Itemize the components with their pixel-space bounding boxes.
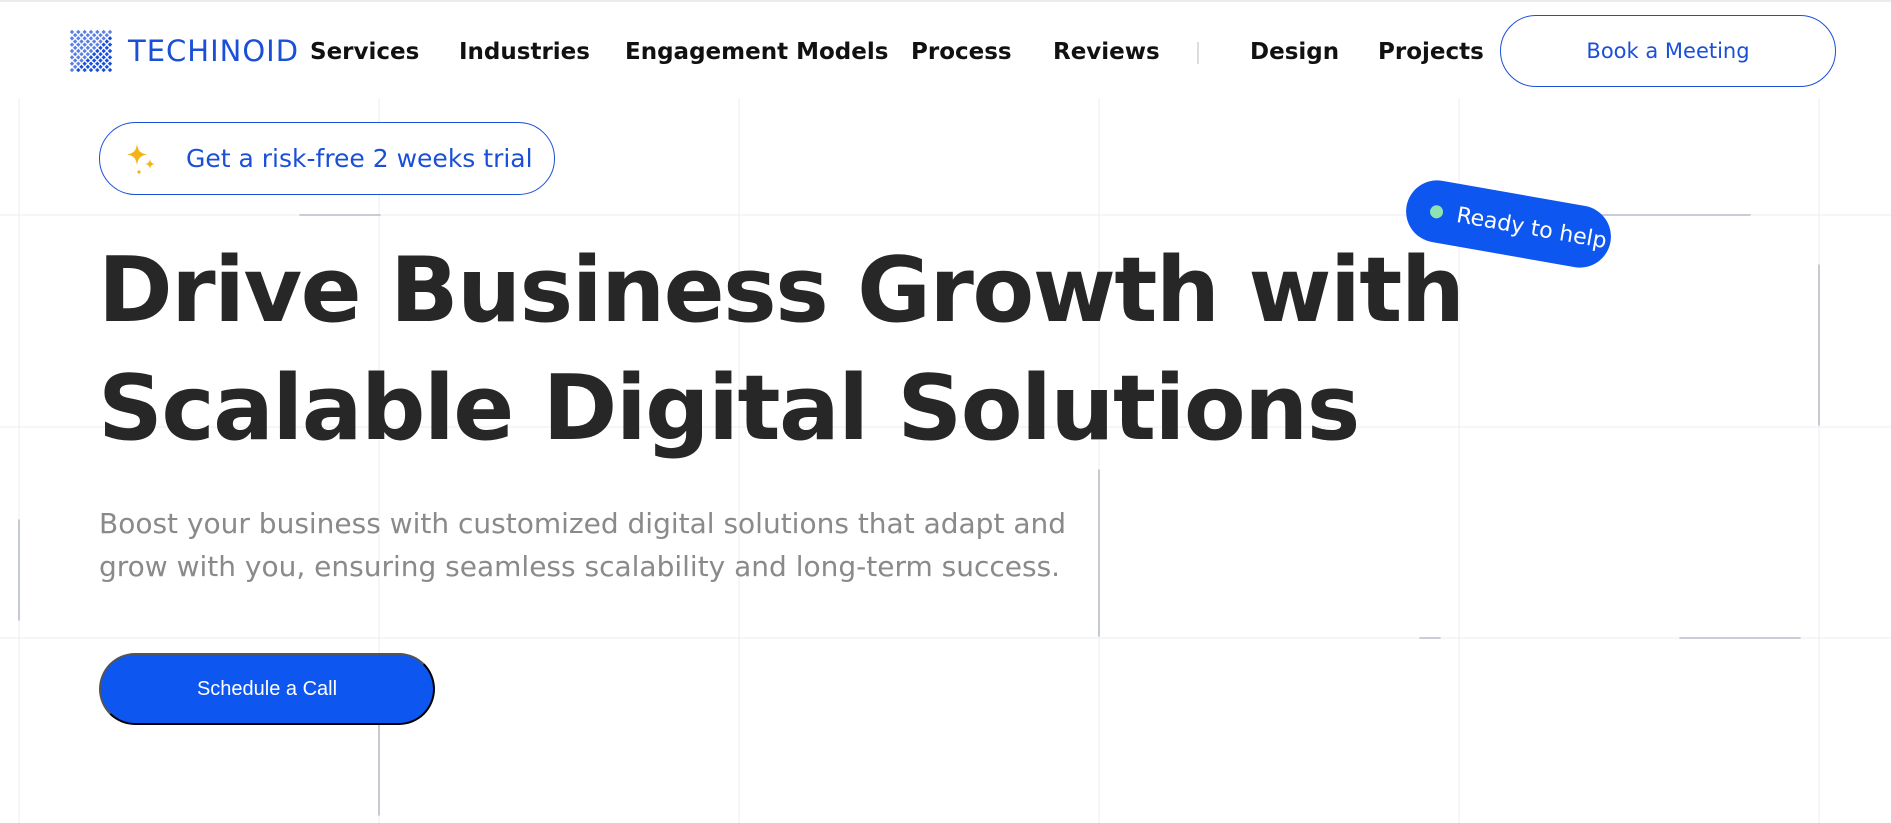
nav-item-process[interactable]: Process	[911, 36, 1012, 68]
trial-pill-label: Get a risk-free 2 weeks trial	[186, 144, 533, 173]
nav-item-projects[interactable]: Projects	[1378, 36, 1484, 68]
nav-item-design[interactable]: Design	[1250, 36, 1339, 68]
hero-title-line: Drive Business Growth with	[98, 238, 1465, 343]
sparkle-icon	[127, 144, 155, 174]
page: TECHINOID Services Industries Engagement…	[0, 0, 1891, 823]
hero-subtitle-line: grow with you, ensuring seamless scalabi…	[99, 550, 1061, 583]
nav-item-services[interactable]: Services	[310, 36, 419, 68]
logo[interactable]: TECHINOID	[62, 22, 299, 80]
hero-title-line: Scalable Digital Solutions	[98, 356, 1360, 461]
nav-item-reviews[interactable]: Reviews	[1053, 36, 1160, 68]
nav-divider	[1197, 42, 1199, 64]
schedule-call-button[interactable]: Schedule a Call	[99, 653, 435, 725]
status-dot-icon	[1429, 203, 1445, 219]
brand-name: TECHINOID	[128, 34, 300, 68]
book-meeting-button[interactable]: Book a Meeting	[1500, 15, 1836, 87]
nav-item-engagement-models[interactable]: Engagement Models	[625, 36, 888, 68]
hero-subtitle: Boost your business with customized digi…	[99, 502, 1099, 588]
trial-pill[interactable]: Get a risk-free 2 weeks trial	[99, 122, 555, 195]
diamond-dots-logo-icon	[69, 29, 113, 73]
site-header: TECHINOID Services Industries Engagement…	[0, 2, 1891, 98]
nav-item-industries[interactable]: Industries	[459, 36, 590, 68]
hero-subtitle-line: Boost your business with customized digi…	[99, 507, 1066, 540]
hero-title: Drive Business Growth with Scalable Digi…	[98, 232, 1498, 468]
